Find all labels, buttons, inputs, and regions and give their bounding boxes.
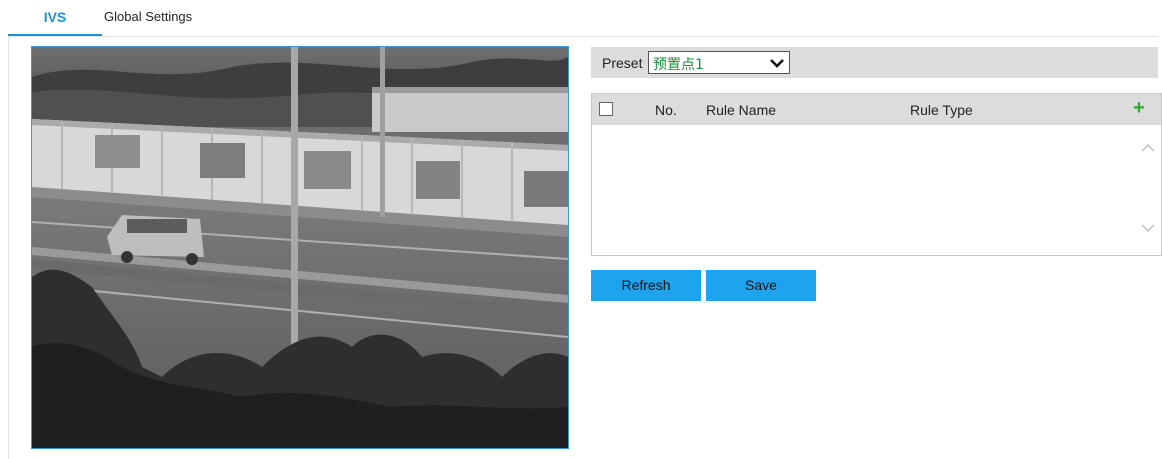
rules-table-header: No. Rule Name Rule Type + xyxy=(592,94,1161,125)
camera-frame xyxy=(32,47,568,448)
preset-select[interactable]: 预置点1 xyxy=(648,51,790,74)
tab-bar: IVS Global Settings xyxy=(0,0,1162,36)
save-button[interactable]: Save xyxy=(706,270,816,301)
tab-divider xyxy=(8,36,1158,37)
column-rule-name: Rule Name xyxy=(706,102,777,118)
plus-icon[interactable]: + xyxy=(1131,98,1147,118)
preset-label: Preset xyxy=(602,55,643,71)
refresh-button[interactable]: Refresh xyxy=(591,270,701,301)
preset-selected-value: 预置点1 xyxy=(653,57,704,73)
tab-global-settings[interactable]: Global Settings xyxy=(102,0,212,36)
scroll-up-icon[interactable] xyxy=(1141,142,1155,152)
chevron-down-icon xyxy=(770,59,784,68)
tab-ivs[interactable]: IVS xyxy=(8,0,102,36)
select-all-checkbox[interactable] xyxy=(599,102,613,116)
panel-border xyxy=(8,37,9,459)
column-rule-type: Rule Type xyxy=(910,102,973,118)
video-preview[interactable] xyxy=(31,46,569,449)
column-no: No. xyxy=(655,102,677,118)
preset-bar: Preset 预置点1 xyxy=(591,47,1158,78)
scroll-down-icon[interactable] xyxy=(1141,224,1155,234)
rules-table: No. Rule Name Rule Type + xyxy=(591,93,1162,256)
